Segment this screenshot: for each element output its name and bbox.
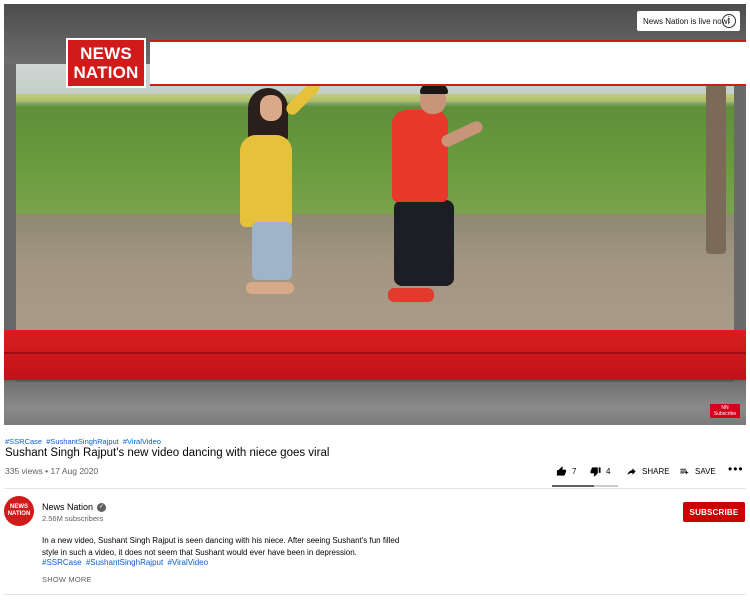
dancer-woman-torso [240,135,292,227]
dancer-woman-face [260,95,282,121]
verified-check-icon: ✓ [97,502,107,512]
avatar-line-2: NATION [7,511,31,517]
video-frame-bottom [4,382,746,425]
dancer-woman-legs [252,222,292,280]
scene-field [16,94,734,102]
dislike-button[interactable]: 4 [590,466,610,477]
watermark-line-2: Subscribe [713,411,737,417]
super-title-hashtags: #SSRCase #SushantSinghRajput #ViralVideo [5,437,163,446]
show-more-button[interactable]: SHOW MORE [42,575,92,584]
live-now-text: News Nation is live now! [643,16,730,26]
dancer-man-legs [394,200,454,286]
thumbs-down-icon [590,467,601,477]
share-label: SHARE [642,467,670,476]
save-label: SAVE [695,467,716,476]
more-dots-icon: ••• [728,462,744,476]
dancer-woman-feet [246,282,294,294]
dislike-count: 4 [606,467,611,476]
live-now-notice[interactable]: News Nation is live now! i [637,11,740,31]
news-ticker-band [4,330,746,380]
subscriber-count: 2.56M subscribers [42,514,104,523]
section-divider [4,594,746,595]
scene-tree [706,84,726,254]
save-button[interactable]: SAVE [679,466,716,477]
news-nation-logo: NEWS NATION [66,38,146,88]
playlist-add-icon [680,468,689,475]
info-icon[interactable]: i [722,14,736,28]
dancer-man-shoes [388,288,434,302]
dancer-man-torso [392,110,448,202]
channel-watermark-badge[interactable]: NN Subscribe [710,404,740,418]
channel-name[interactable]: News Nation [42,502,93,512]
video-scene [16,64,734,334]
video-description: In a new video, Sushant Singh Rajput is … [42,536,400,557]
hashtag-link[interactable]: #SushantSinghRajput [86,558,163,567]
hashtag-link[interactable]: #ViralVideo [167,558,208,567]
share-arrow-icon [627,468,636,476]
scene-dirt-path [16,214,734,334]
share-button[interactable]: SHARE [626,466,670,477]
logo-line-2: NATION [73,63,139,82]
logo-line-1: NEWS [80,44,132,63]
section-divider [4,488,746,489]
channel-name-row[interactable]: News Nation ✓ [42,502,107,512]
view-count-date: 335 views • 17 Aug 2020 [5,466,99,476]
hashtag-link[interactable]: #SushantSinghRajput [46,437,119,446]
channel-avatar[interactable]: NEWS NATION [4,496,34,526]
hashtag-link[interactable]: #SSRCase [5,437,42,446]
subscribe-button[interactable]: SUBSCRIBE [683,502,745,522]
like-button[interactable]: 7 [556,466,576,477]
avatar-line-1: NEWS [10,504,28,510]
hashtag-link[interactable]: #SSRCase [42,558,82,567]
hashtag-link[interactable]: #ViralVideo [123,437,161,446]
description-hashtags: #SSRCase #SushantSinghRajput #ViralVideo [42,558,210,567]
news-ticker-line [4,352,746,354]
video-title: Sushant Singh Rajput's new video dancing… [5,447,330,459]
more-actions-button[interactable]: ••• [728,462,744,476]
news-header-bar [150,40,746,86]
like-ratio-fill [552,485,594,487]
like-count: 7 [572,467,577,476]
thumbs-up-icon [556,466,567,476]
